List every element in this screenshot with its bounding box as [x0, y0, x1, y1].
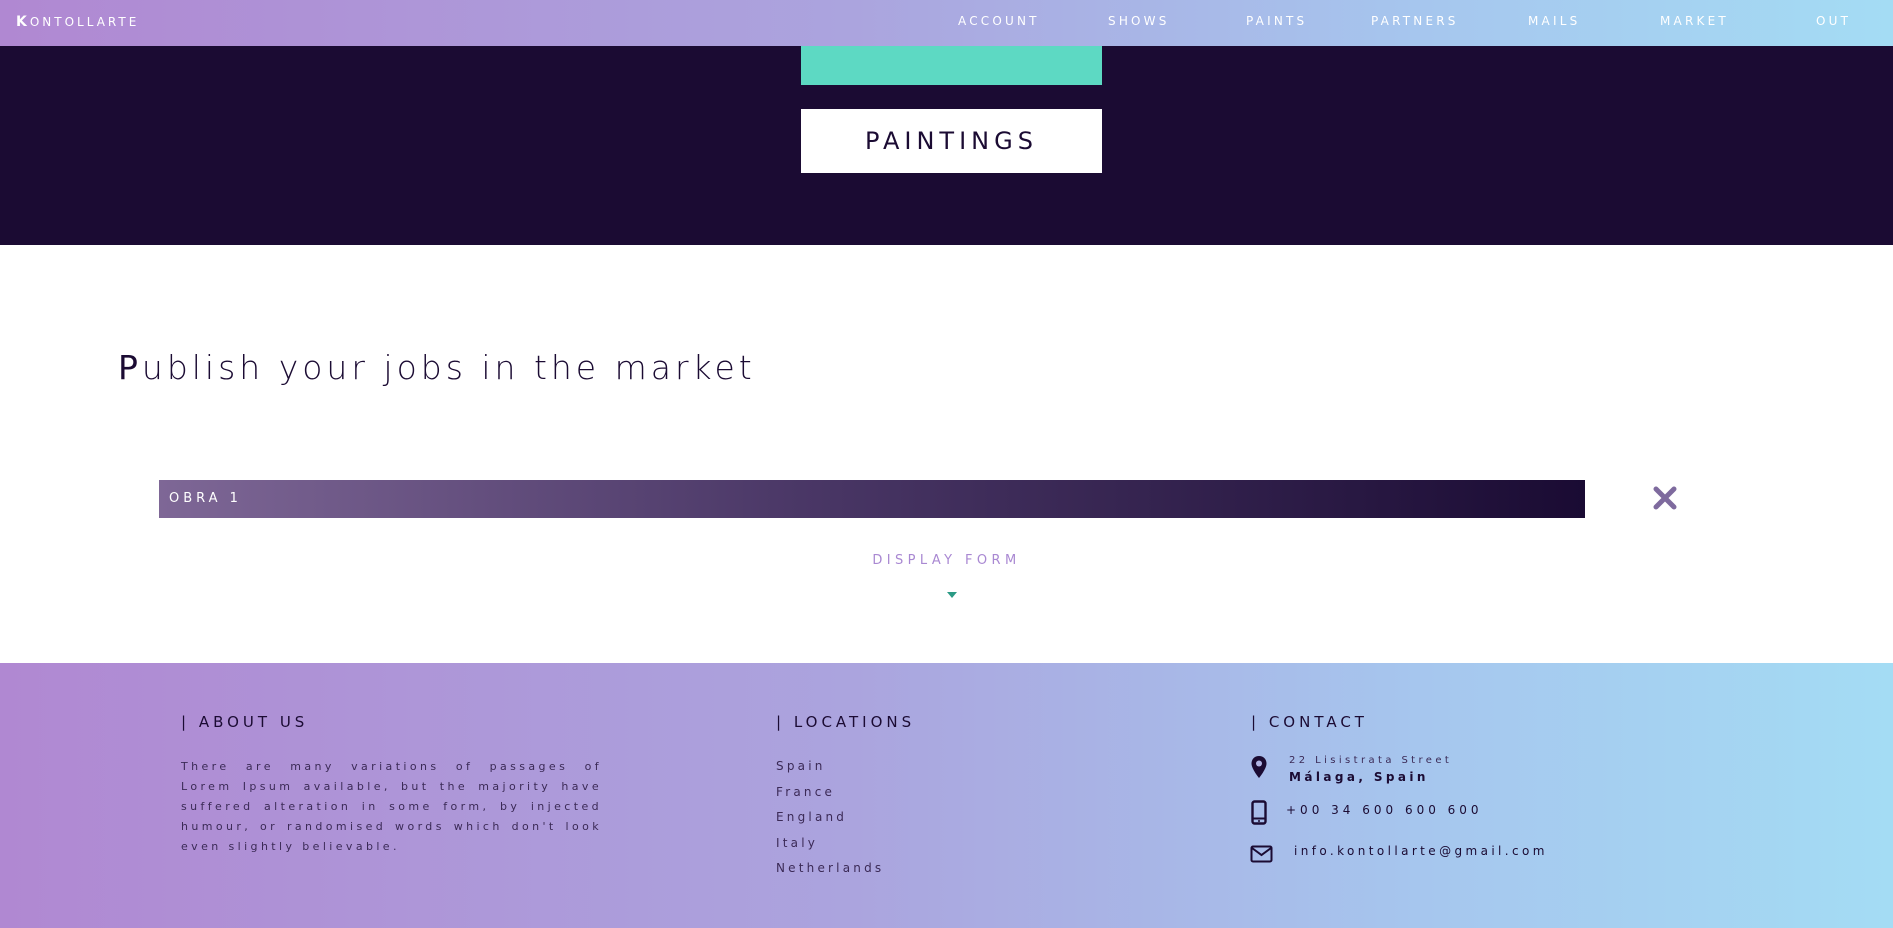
map-pin-icon: [1251, 756, 1267, 778]
nav-partners[interactable]: Partners: [1371, 14, 1459, 28]
location-item[interactable]: France: [776, 785, 835, 799]
hero-section: Paintings: [0, 46, 1893, 245]
artwork-item-bar[interactable]: Obra 1: [159, 480, 1585, 518]
location-item[interactable]: Italy: [776, 836, 818, 850]
brand-name: ontollarte: [29, 15, 140, 29]
display-form-toggle: Display Form: [0, 549, 1893, 568]
location-item[interactable]: Netherlands: [776, 861, 884, 875]
close-icon-graphic: [1653, 486, 1677, 510]
phone-icon: [1251, 800, 1267, 825]
location-item[interactable]: England: [776, 810, 847, 824]
about-heading: | About us: [181, 713, 309, 731]
teal-accent-bar: [801, 46, 1102, 85]
page-title-rest: ublish your jobs in the market: [141, 348, 756, 387]
nav-market[interactable]: Market: [1660, 14, 1729, 28]
address-city: Málaga, Spain: [1289, 770, 1429, 784]
footer: | About us There are many variations of …: [0, 663, 1893, 928]
paintings-title-box: Paintings: [801, 109, 1102, 173]
nav-shows[interactable]: Shows: [1108, 14, 1170, 28]
nav-mails[interactable]: Mails: [1528, 14, 1580, 28]
hero-title: Paintings: [865, 127, 1038, 155]
nav-out[interactable]: Out: [1816, 14, 1851, 28]
address-street: 22 Lisistrata Street: [1289, 755, 1453, 766]
caret-down-icon[interactable]: [947, 592, 957, 598]
envelope-icon: [1250, 845, 1273, 863]
top-navbar: Kontollarte Account Shows Paints Partner…: [0, 0, 1893, 46]
location-item[interactable]: Spain: [776, 759, 826, 773]
nav-account[interactable]: Account: [958, 14, 1040, 28]
nav-paints[interactable]: Paints: [1246, 14, 1307, 28]
about-text: There are many variations of passages of…: [181, 760, 602, 853]
display-form-link[interactable]: Display Form: [872, 553, 1020, 568]
artwork-item-label: Obra 1: [169, 491, 242, 506]
contact-heading: | Contact: [1251, 713, 1368, 731]
brand-initial: K: [16, 14, 30, 30]
close-icon[interactable]: [1650, 481, 1680, 515]
brand-logo[interactable]: Kontollarte: [16, 14, 139, 30]
email-address[interactable]: info.kontollarte@gmail.com: [1294, 844, 1548, 858]
page-title-initial: P: [118, 348, 142, 387]
phone-number[interactable]: +00 34 600 600 600: [1286, 803, 1483, 817]
locations-heading: | Locations: [776, 713, 916, 731]
page-title: Publish your jobs in the market: [118, 348, 756, 387]
